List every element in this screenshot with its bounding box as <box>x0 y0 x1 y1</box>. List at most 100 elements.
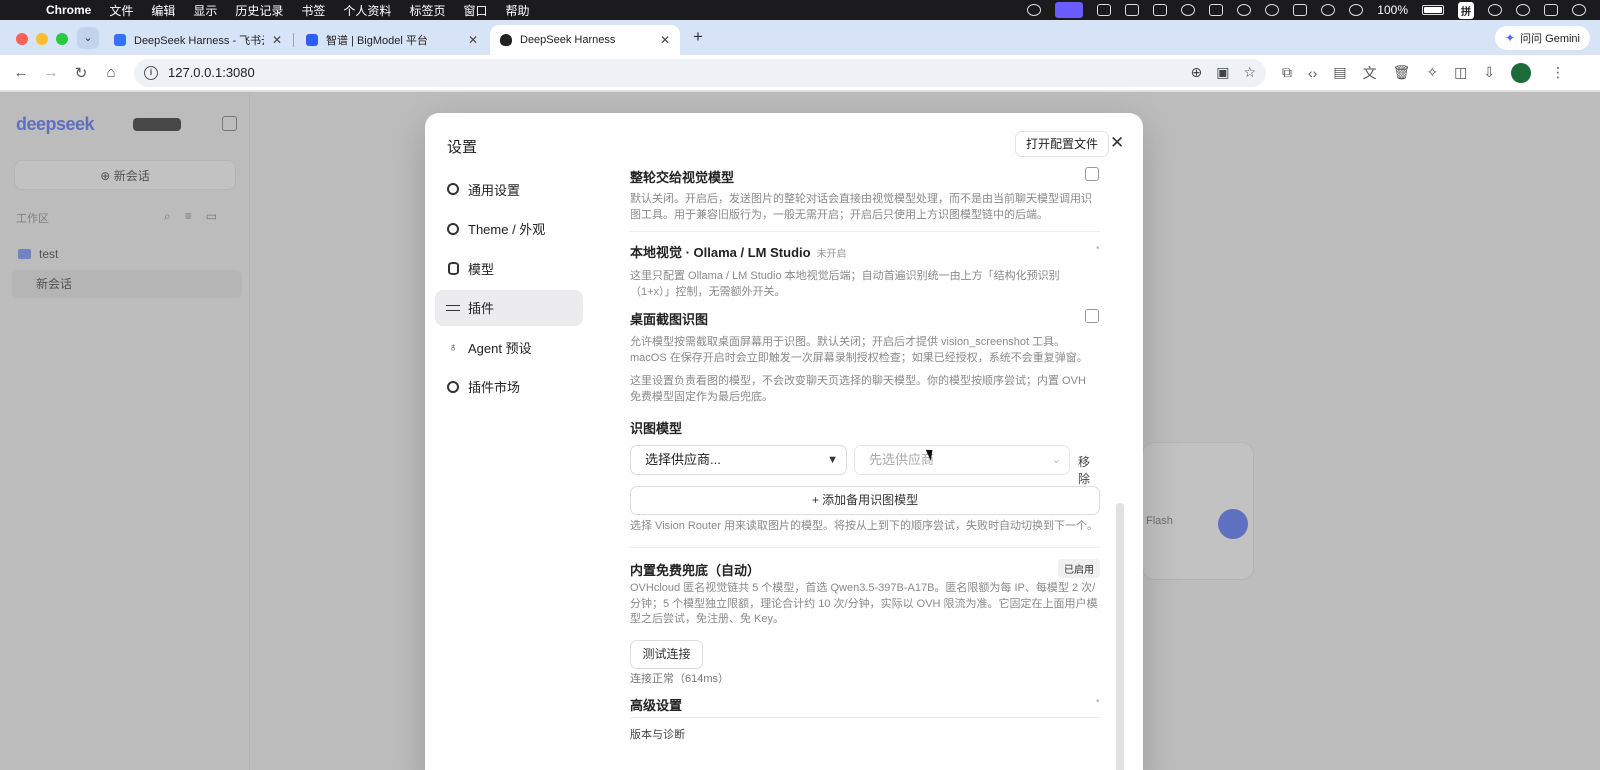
screen-record-icon[interactable] <box>1055 2 1084 18</box>
spotlight-search-icon[interactable] <box>1516 4 1530 16</box>
tray-bottle-icon[interactable] <box>1209 4 1224 16</box>
version-diagnostics-title[interactable]: 版本与诊断 <box>630 728 685 744</box>
nav-label: 插件市场 <box>468 380 521 395</box>
database-icon <box>446 261 460 275</box>
vision-model-note: 这里设置负责看图的模型，不会改变聊天页选择的聊天模型。你的模型按顺序尝试；内置 … <box>630 375 1086 403</box>
ask-gemini-button[interactable]: ✦ 问问 Gemini <box>1495 26 1590 50</box>
scrollbar-thumb[interactable] <box>1116 503 1124 770</box>
remove-model-button[interactable]: 移除 <box>1078 453 1100 487</box>
address-bar[interactable]: i 127.0.0.1:3080 ⊕ ▣ ☆ <box>134 58 1266 87</box>
nav-item-plugins[interactable]: 插件 <box>435 289 583 326</box>
sidebar-icon[interactable]: ◫ <box>1454 64 1467 81</box>
model-select-value: 先选供应商 <box>869 452 935 467</box>
bigmodel-favicon-icon <box>306 34 318 46</box>
gemini-sparkle-icon: ✦ <box>1505 31 1516 45</box>
nav-item-theme[interactable]: Theme / 外观 <box>435 211 583 247</box>
tray-app-icon[interactable] <box>1027 4 1042 16</box>
extension-icon[interactable]: ✧ <box>1426 64 1438 81</box>
open-config-file-button[interactable]: 打开配置文件 <box>1015 131 1110 157</box>
menu-tabs[interactable]: 标签页 <box>409 2 445 19</box>
modal-title: 设置 <box>447 139 478 156</box>
profile-avatar[interactable] <box>1511 62 1532 83</box>
new-tab-plus-icon[interactable]: + <box>688 27 708 47</box>
nav-item-agent-presets[interactable]: ♁ Agent 预设 <box>435 329 583 365</box>
tab-close-icon[interactable]: ✕ <box>660 33 670 47</box>
download-icon[interactable]: ⇩ <box>1483 64 1495 81</box>
model-select[interactable]: 先选供应商 ⌄ <box>854 445 1070 475</box>
whole-round-desc: 默认关闭。开启后，发送图片的整轮对话会直接由视觉模型处理，而不是由当前聊天模型调… <box>630 193 1092 221</box>
control-center-icon[interactable] <box>1544 4 1558 16</box>
whole-round-vision-section: 整轮交给视觉模型 默认关闭。开启后，发送图片的整轮对话会直接由视觉模型处理，而不… <box>630 167 1100 223</box>
close-window-button[interactable] <box>16 33 28 45</box>
tray-w-icon[interactable] <box>1097 4 1112 16</box>
tray-chat-icon[interactable] <box>1265 4 1280 16</box>
siri-icon[interactable] <box>1572 4 1586 16</box>
tray-p-icon[interactable] <box>1293 4 1308 16</box>
bookmark-star-icon[interactable]: ☆ <box>1243 64 1256 81</box>
nav-item-general[interactable]: 通用设置 <box>435 171 583 207</box>
add-backup-vision-model-button[interactable]: + 添加备用识图模型 <box>630 486 1100 515</box>
translate-icon[interactable]: 文 <box>1363 63 1377 83</box>
sliders-icon <box>446 301 460 315</box>
whole-round-checkbox[interactable] <box>1085 167 1099 181</box>
cast-icon[interactable]: ▣ <box>1216 64 1229 81</box>
gear-icon <box>446 380 460 394</box>
tab-bigmodel[interactable]: 智谱 | BigModel 平台 ✕ <box>296 25 488 55</box>
desktop-screenshot-checkbox[interactable] <box>1085 309 1099 323</box>
close-icon[interactable]: ✕ <box>1110 133 1124 153</box>
desktop-screenshot-section: 桌面截图识图 允许模型按需截取桌面屏幕用于识图。默认关闭；开启后才提供 visi… <box>630 309 1100 366</box>
tab-close-icon[interactable]: ✕ <box>468 33 478 47</box>
reader-icon[interactable]: ▤ <box>1333 64 1346 81</box>
tab-deepseek-harness[interactable]: DeepSeek Harness ✕ <box>490 25 680 55</box>
more-menu-icon[interactable]: ⋮ <box>1551 64 1565 81</box>
menu-bookmarks[interactable]: 书签 <box>301 2 325 19</box>
battery-percent: 100% <box>1377 3 1408 17</box>
tab-close-icon[interactable]: ✕ <box>272 33 282 47</box>
extensions-puzzle-icon[interactable]: ⧉ <box>1282 64 1292 81</box>
settings-scrollbar[interactable] <box>1113 161 1127 770</box>
devtools-code-icon[interactable]: ‹› <box>1308 65 1317 81</box>
advanced-settings-title[interactable]: 高级设置 <box>630 695 682 714</box>
tray-bot-icon[interactable] <box>1125 4 1140 16</box>
test-connection-button[interactable]: 测试连接 <box>630 640 703 669</box>
zoom-window-button[interactable] <box>56 33 68 45</box>
menu-file[interactable]: 文件 <box>109 2 133 19</box>
tab-title: 智谱 | BigModel 平台 <box>326 35 428 47</box>
nav-item-models[interactable]: 模型 <box>435 250 583 286</box>
home-icon[interactable]: ⌂ <box>96 64 126 81</box>
site-info-icon[interactable]: i <box>144 65 158 80</box>
local-vision-desc: 这里只配置 Ollama / LM Studio 本地视觉后端；自动首遍识别统一… <box>630 270 1060 298</box>
forward-arrow-icon[interactable]: → <box>36 64 66 81</box>
back-arrow-icon[interactable]: ← <box>6 64 36 81</box>
tab-feishu-doc[interactable]: DeepSeek Harness - 飞书云文档 ✕ <box>104 25 292 55</box>
tab-search-chevron-down-icon[interactable]: ⌄ <box>77 27 99 49</box>
tray-scissors-icon[interactable] <box>1153 4 1168 16</box>
tray-openai-icon[interactable] <box>1237 4 1252 16</box>
menu-window[interactable]: 窗口 <box>463 2 487 19</box>
wifi-icon[interactable] <box>1488 4 1502 16</box>
battery-icon[interactable] <box>1422 5 1444 15</box>
menu-edit[interactable]: 编辑 <box>151 2 175 19</box>
tray-play-icon[interactable] <box>1349 4 1364 16</box>
expand-dot-icon[interactable]: • <box>1096 243 1100 254</box>
browser-tabstrip: ⌄ DeepSeek Harness - 飞书云文档 ✕ 智谱 | BigMod… <box>0 20 1600 55</box>
reload-icon[interactable]: ↻ <box>66 64 96 82</box>
zoom-icon[interactable]: ⊕ <box>1190 64 1202 81</box>
menu-view[interactable]: 显示 <box>193 2 217 19</box>
provider-select[interactable]: 选择供应商... ▼ <box>630 445 847 475</box>
url-text[interactable]: 127.0.0.1:3080 <box>168 65 255 80</box>
input-method-indicator[interactable]: 拼 <box>1458 1 1474 19</box>
menu-history[interactable]: 历史记录 <box>235 2 283 19</box>
menu-app-name[interactable]: Chrome <box>46 3 91 17</box>
menu-profiles[interactable]: 个人资料 <box>343 2 391 19</box>
trash-icon[interactable]: 🗑 <box>1393 64 1411 81</box>
tray-wechat-icon[interactable] <box>1321 4 1336 16</box>
tab-title: DeepSeek Harness <box>520 34 616 46</box>
nav-item-plugin-market[interactable]: 插件市场 <box>435 369 583 405</box>
tray-cat-icon[interactable] <box>1181 4 1196 16</box>
vision-model-label: 识图模型 <box>630 421 683 436</box>
expand-dot-icon[interactable]: • <box>1096 696 1100 707</box>
menu-help[interactable]: 帮助 <box>505 2 529 19</box>
minimize-window-button[interactable] <box>36 33 48 45</box>
builtin-fallback-desc: OVHcloud 匿名视觉链共 5 个模型，首选 Qwen3.5-397B-A1… <box>630 582 1098 625</box>
